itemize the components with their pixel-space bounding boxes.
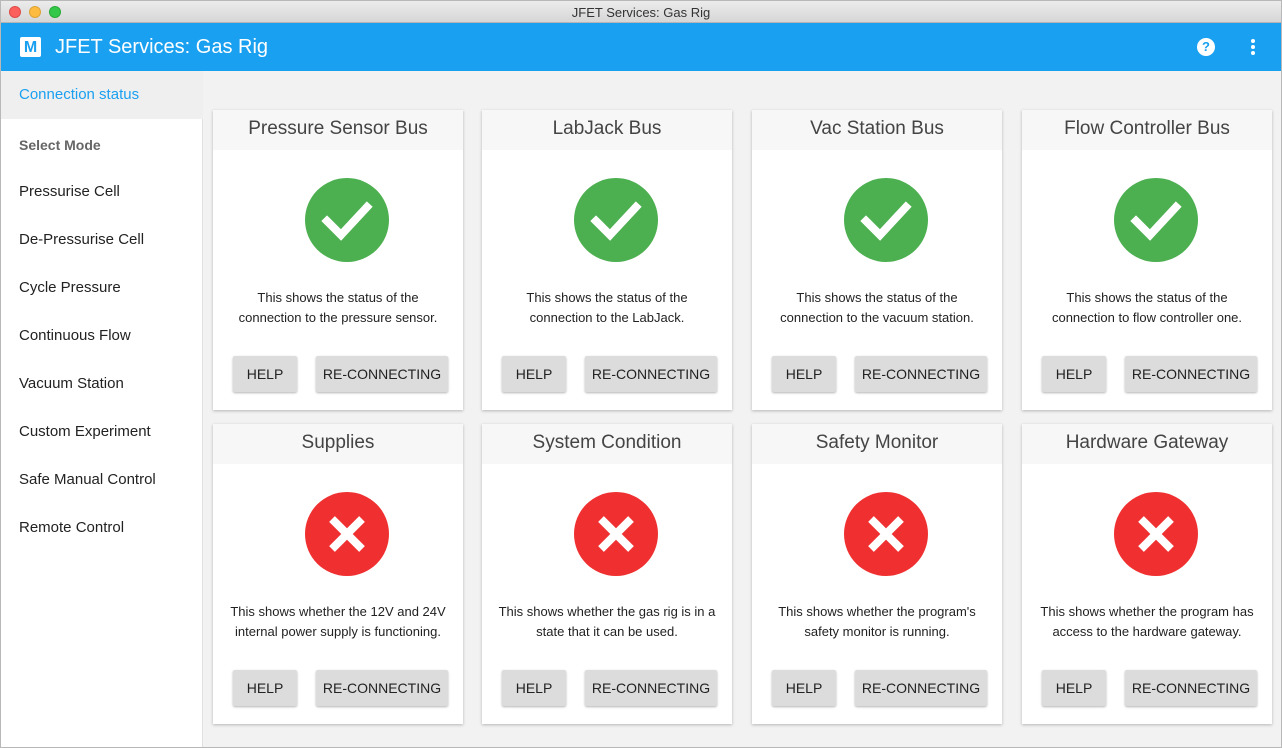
sidebar-nav: Connection status Select Mode Pressurise C… bbox=[1, 71, 203, 747]
card-description-line: connection to the LabJack. bbox=[529, 310, 685, 325]
error-cross-icon bbox=[844, 492, 928, 576]
status-card-labjack-bus: LabJack Bus This shows the status of the c… bbox=[482, 110, 732, 410]
card-title: Flow Controller Bus bbox=[1022, 110, 1272, 150]
card-description-line: safety monitor is running. bbox=[804, 624, 950, 639]
help-button[interactable]: HELP bbox=[502, 670, 566, 706]
help-button[interactable]: HELP bbox=[772, 356, 836, 392]
card-title: Pressure Sensor Bus bbox=[213, 110, 463, 150]
error-cross-icon bbox=[574, 492, 658, 576]
sidebar-item-connection-status[interactable]: Connection status bbox=[1, 71, 203, 119]
more-vert-icon[interactable] bbox=[1245, 37, 1261, 57]
reconnecting-button[interactable]: RE-CONNECTING bbox=[585, 356, 717, 392]
card-description: This shows whether the gas rig is in a st… bbox=[490, 602, 724, 642]
reconnecting-button[interactable]: RE-CONNECTING bbox=[1125, 670, 1257, 706]
reconnecting-button[interactable]: RE-CONNECTING bbox=[316, 356, 448, 392]
reconnecting-button[interactable]: RE-CONNECTING bbox=[316, 670, 448, 706]
sidebar-item-custom-experiment[interactable]: Custom Experiment bbox=[1, 408, 203, 456]
check-circle-icon bbox=[844, 178, 928, 262]
reconnecting-button[interactable]: RE-CONNECTING bbox=[1125, 356, 1257, 392]
card-description-line: This shows the status of the bbox=[1066, 290, 1228, 305]
check-circle-icon bbox=[1114, 178, 1198, 262]
reconnecting-button[interactable]: RE-CONNECTING bbox=[585, 670, 717, 706]
sidebar-item-cycle-pressure[interactable]: Cycle Pressure bbox=[1, 264, 203, 312]
status-card-hardware-gateway: Hardware Gateway This shows whether the p… bbox=[1022, 424, 1272, 724]
status-card-system-condition: System Condition This shows whether the g… bbox=[482, 424, 732, 724]
sidebar-item-de-pressurise-cell[interactable]: De-Pressurise Cell bbox=[1, 216, 203, 264]
window-titlebar: JFET Services: Gas Rig bbox=[1, 1, 1281, 23]
card-description-line: This shows the status of the bbox=[526, 290, 688, 305]
card-description-line: connection to flow controller one. bbox=[1051, 310, 1243, 325]
logo-letter: M bbox=[23, 39, 38, 56]
status-card-flow-controller-bus: Flow Controller Bus This shows the status… bbox=[1022, 110, 1272, 410]
card-title: Safety Monitor bbox=[752, 424, 1002, 464]
card-description-line: This shows the status of the bbox=[796, 290, 958, 305]
help-button[interactable]: HELP bbox=[502, 356, 566, 392]
help-button[interactable]: HELP bbox=[1042, 356, 1106, 392]
card-title: Hardware Gateway bbox=[1022, 424, 1272, 464]
check-circle-icon bbox=[574, 178, 658, 262]
help-icon[interactable]: ? bbox=[1197, 38, 1215, 56]
sidebar-item-remote-control[interactable]: Remote Control bbox=[1, 504, 203, 552]
card-description-line: This shows whether the gas rig is in a bbox=[498, 604, 716, 619]
card-title: System Condition bbox=[482, 424, 732, 464]
status-card-vac-station-bus: Vac Station Bus This shows the status of … bbox=[752, 110, 1002, 410]
card-description-line: connection to the vacuum station. bbox=[780, 310, 974, 325]
card-description: This shows whether the 12V and 24V intern… bbox=[221, 602, 455, 642]
app-title: JFET Services: Gas Rig bbox=[55, 36, 269, 58]
card-description-line: This shows whether the program has bbox=[1040, 604, 1254, 619]
help-button[interactable]: HELP bbox=[233, 670, 297, 706]
sidebar-item-pressurise-cell[interactable]: Pressurise Cell bbox=[1, 168, 203, 216]
app-bar: M JFET Services: Gas Rig ? bbox=[1, 23, 1281, 71]
app-window: JFET Services: Gas Rig M JFET Services: … bbox=[0, 0, 1282, 748]
app-logo-icon: M bbox=[20, 37, 41, 57]
card-description-line: connection to the pressure sensor. bbox=[238, 310, 438, 325]
error-cross-icon bbox=[1114, 492, 1198, 576]
error-cross-icon bbox=[305, 492, 389, 576]
card-title: Supplies bbox=[213, 424, 463, 464]
card-description: This shows the status of the connection t… bbox=[1030, 288, 1264, 328]
card-description: This shows the status of the connection t… bbox=[221, 288, 455, 328]
card-description: This shows whether the program's safety m… bbox=[760, 602, 994, 642]
card-description: This shows the status of the connection t… bbox=[490, 288, 724, 328]
card-description-line: state that it can be used. bbox=[536, 624, 678, 639]
card-description: This shows the status of the connection t… bbox=[760, 288, 994, 328]
help-button[interactable]: HELP bbox=[233, 356, 297, 392]
sidebar-section-header: Select Mode bbox=[19, 137, 101, 153]
card-title: Vac Station Bus bbox=[752, 110, 1002, 150]
card-description-line: This shows whether the 12V and 24V bbox=[230, 604, 446, 619]
status-card-supplies: Supplies This shows whether the 12V and 2… bbox=[213, 424, 463, 724]
help-button[interactable]: HELP bbox=[772, 670, 836, 706]
status-card-pressure-sensor-bus: Pressure Sensor Bus This shows the status… bbox=[213, 110, 463, 410]
sidebar-item-vacuum-station[interactable]: Vacuum Station bbox=[1, 360, 203, 408]
card-description-line: This shows whether the program's bbox=[778, 604, 976, 619]
sidebar-item-safe-manual-control[interactable]: Safe Manual Control bbox=[1, 456, 203, 504]
help-button[interactable]: HELP bbox=[1042, 670, 1106, 706]
reconnecting-button[interactable]: RE-CONNECTING bbox=[855, 670, 987, 706]
window-title: JFET Services: Gas Rig bbox=[571, 5, 711, 20]
card-description-line: access to the hardware gateway. bbox=[1052, 624, 1242, 639]
connection-status-panel: Pressure Sensor Bus This shows the status… bbox=[204, 71, 1281, 747]
reconnecting-button[interactable]: RE-CONNECTING bbox=[855, 356, 987, 392]
status-card-safety-monitor: Safety Monitor This shows whether the pro… bbox=[752, 424, 1002, 724]
card-title: LabJack Bus bbox=[482, 110, 732, 150]
sidebar-item-continuous-flow[interactable]: Continuous Flow bbox=[1, 312, 203, 360]
card-description-line: This shows the status of the bbox=[257, 290, 419, 305]
card-description-line: internal power supply is functioning. bbox=[235, 624, 441, 639]
card-description: This shows whether the program has access… bbox=[1030, 602, 1264, 642]
check-circle-icon bbox=[305, 178, 389, 262]
